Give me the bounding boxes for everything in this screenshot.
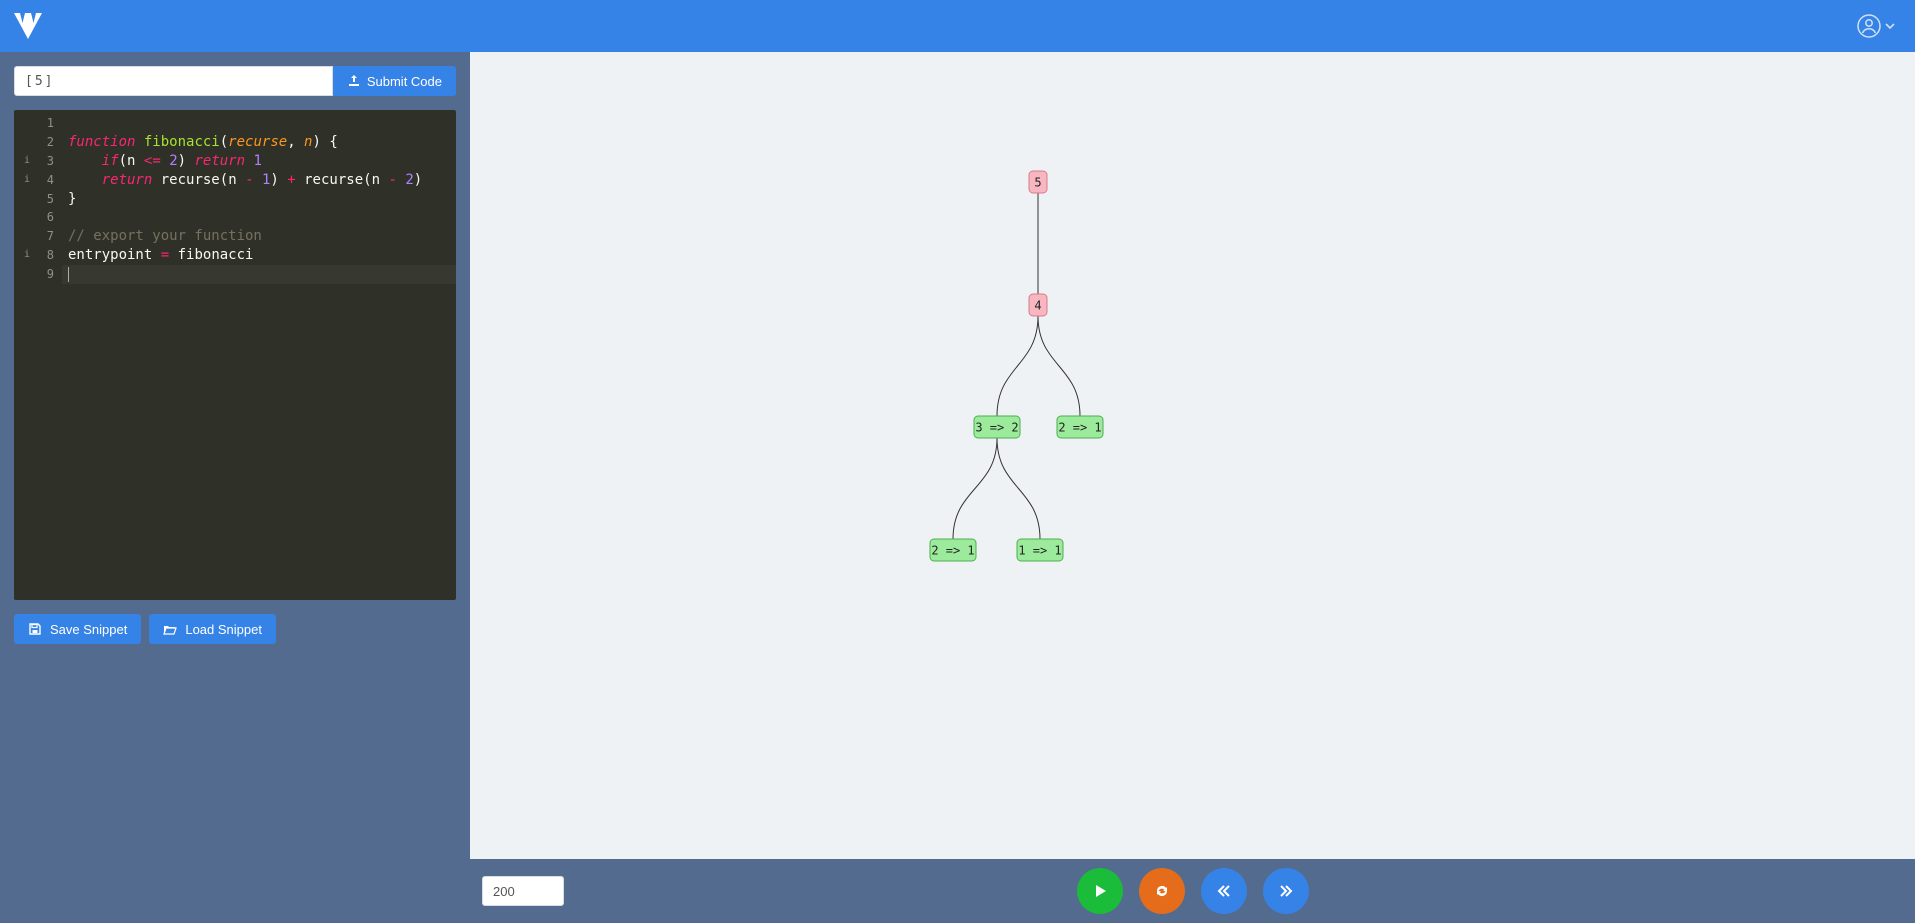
step-back-button[interactable] [1201, 868, 1247, 914]
snippet-buttons: Save Snippet Load Snippet [14, 614, 456, 644]
tree-node[interactable]: 1 => 1 [1017, 539, 1063, 561]
args-input[interactable] [14, 66, 333, 96]
tree-node[interactable]: 2 => 1 [930, 539, 976, 561]
app-logo [14, 13, 42, 39]
tree-edge [1038, 316, 1080, 416]
tree-node-label: 3 => 2 [975, 421, 1018, 435]
line-number: i4 [18, 171, 54, 190]
save-snippet-label: Save Snippet [50, 622, 127, 637]
line-number: i8 [18, 246, 54, 265]
tree-edge [997, 438, 1040, 539]
save-snippet-button[interactable]: Save Snippet [14, 614, 141, 644]
tree-node-label: 1 => 1 [1018, 544, 1061, 558]
line-number: 9 [18, 265, 54, 284]
breakpoint-marker[interactable]: i [20, 175, 30, 185]
code-line: // export your function [68, 227, 450, 246]
tree-node-label: 4 [1034, 299, 1041, 313]
user-icon [1857, 14, 1881, 38]
sidebar: Submit Code 1 2 i3 i4 5 6 7 i8 9 functio… [0, 52, 470, 923]
submit-row: Submit Code [14, 66, 456, 96]
app-header [0, 0, 1915, 52]
code-line [68, 265, 450, 284]
upload-icon [347, 74, 361, 88]
control-buttons [1077, 868, 1309, 914]
code-line: function fibonacci(recurse, n) { [68, 133, 450, 152]
play-icon [1091, 882, 1109, 900]
play-button[interactable] [1077, 868, 1123, 914]
editor-cursor [68, 267, 69, 282]
viz-panel: 5 4 3 => 2 2 => 1 2 => 1 1 => 1 [470, 52, 1915, 923]
code-line [68, 208, 450, 227]
line-number: 2 [18, 133, 54, 152]
line-number: i3 [18, 152, 54, 171]
load-snippet-label: Load Snippet [185, 622, 262, 637]
code-editor[interactable]: 1 2 i3 i4 5 6 7 i8 9 function fibonacci(… [14, 110, 456, 600]
playback-controls [470, 859, 1915, 923]
submit-code-label: Submit Code [367, 74, 442, 89]
chevron-down-icon [1885, 21, 1895, 31]
tree-node-label: 2 => 1 [1058, 421, 1101, 435]
tree-node[interactable]: 3 => 2 [974, 416, 1020, 438]
breakpoint-marker[interactable]: i [20, 156, 30, 166]
code-line: entrypoint = fibonacci [68, 246, 450, 265]
speed-input[interactable] [482, 876, 564, 906]
breakpoint-marker[interactable]: i [20, 250, 30, 260]
tree-edge [953, 438, 997, 539]
line-number: 1 [18, 114, 54, 133]
load-snippet-button[interactable]: Load Snippet [149, 614, 276, 644]
folder-open-icon [163, 622, 177, 636]
logo-icon [14, 13, 42, 39]
tree-edge [997, 316, 1038, 416]
editor-gutter: 1 2 i3 i4 5 6 7 i8 9 [14, 110, 62, 600]
recursion-tree-viz[interactable]: 5 4 3 => 2 2 => 1 2 => 1 1 => 1 [470, 52, 1915, 859]
double-chevron-left-icon [1215, 882, 1233, 900]
code-line: } [68, 190, 450, 209]
tree-node-label: 2 => 1 [931, 544, 974, 558]
line-number: 6 [18, 208, 54, 227]
tree-node-label: 5 [1034, 176, 1041, 190]
submit-code-button[interactable]: Submit Code [333, 66, 456, 96]
user-menu[interactable] [1857, 14, 1895, 38]
editor-body[interactable]: function fibonacci(recurse, n) { if(n <=… [62, 110, 456, 600]
main-area: Submit Code 1 2 i3 i4 5 6 7 i8 9 functio… [0, 52, 1915, 923]
line-number: 7 [18, 227, 54, 246]
line-number: 5 [18, 190, 54, 209]
reset-button[interactable] [1139, 868, 1185, 914]
code-line: return recurse(n - 1) + recurse(n - 2) [68, 171, 450, 190]
tree-node[interactable]: 2 => 1 [1057, 416, 1103, 438]
tree-svg: 5 4 3 => 2 2 => 1 2 => 1 1 => 1 [470, 52, 1915, 859]
refresh-icon [1153, 882, 1171, 900]
step-forward-button[interactable] [1263, 868, 1309, 914]
save-icon [28, 622, 42, 636]
code-line [68, 114, 450, 133]
tree-node[interactable]: 5 [1029, 171, 1047, 193]
code-line: if(n <= 2) return 1 [68, 152, 450, 171]
tree-node[interactable]: 4 [1029, 294, 1047, 316]
double-chevron-right-icon [1277, 882, 1295, 900]
